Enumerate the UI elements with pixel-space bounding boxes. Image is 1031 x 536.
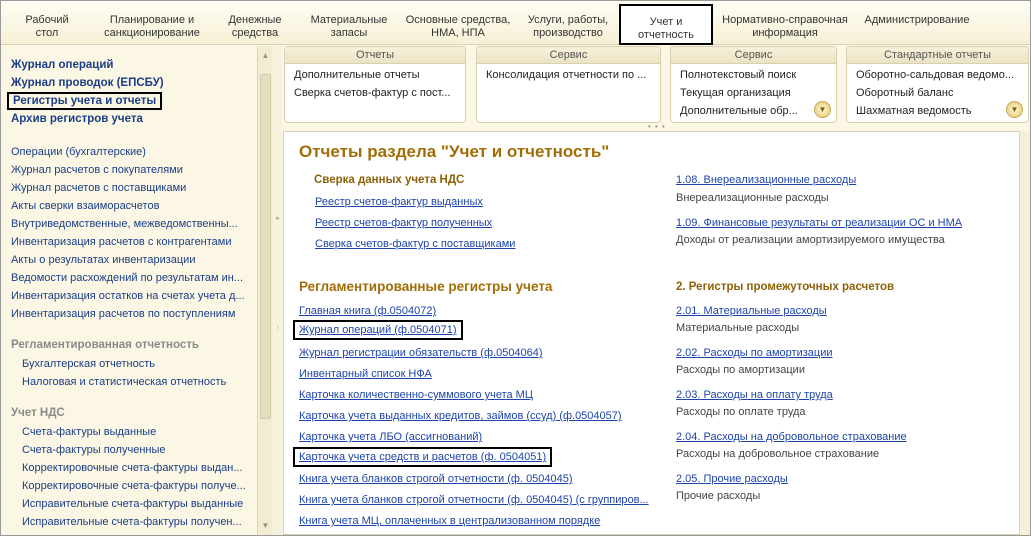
nav-link[interactable]: Журнал расчетов с поставщиками	[11, 182, 251, 194]
nav-group-vat: Учет НДС	[11, 407, 65, 419]
command-item[interactable]: Консолидация отчетности по ...	[486, 69, 654, 81]
command-group-header: Сервис	[671, 47, 836, 64]
menu-planning[interactable]: Планирование и санкционирование	[97, 14, 207, 40]
expand-more-icon[interactable]: ▼	[1006, 101, 1023, 118]
report-description: Расходы на добровольное страхование	[676, 448, 880, 460]
nav-link[interactable]: Бухгалтерская отчетность	[22, 358, 248, 370]
report-link[interactable]: Книга учета бланков строгой отчетности (…	[299, 494, 649, 506]
report-link[interactable]: Карточка количественно-суммового учета М…	[299, 389, 533, 401]
panel-resize-grip-icon[interactable]: • • •	[648, 122, 666, 131]
report-link[interactable]: Книга учета бланков строгой отчетности (…	[299, 473, 573, 485]
nav-link[interactable]: Налоговая и статистическая отчетность	[22, 376, 248, 388]
nav-link[interactable]: Счета-фактуры полученные	[22, 444, 248, 456]
command-group-reports: Отчеты Дополнительные отчеты Сверка счет…	[284, 46, 466, 123]
nav-link[interactable]: Корректировочные счета-фактуры получе...	[22, 480, 248, 492]
menu-desktop[interactable]: Рабочий стол	[14, 14, 80, 40]
command-group-standard-reports: Стандартные отчеты Оборотно-сальдовая ве…	[846, 46, 1029, 123]
content-scrollbar[interactable]	[1019, 131, 1030, 535]
report-link[interactable]: 2.03. Расходы на оплату труда	[676, 389, 833, 401]
report-link[interactable]: Книга учета МЦ, оплаченных в централизов…	[299, 515, 600, 527]
menu-accounting-reporting[interactable]: Учет и отчетность	[619, 4, 713, 45]
menu-administration[interactable]: Администрирование	[861, 14, 973, 27]
report-link[interactable]: Реестр счетов-фактур выданных	[315, 196, 483, 208]
report-link[interactable]: 2.04. Расходы на добровольное страховани…	[676, 431, 907, 443]
report-link[interactable]: 1.09. Финансовые результаты от реализаци…	[676, 217, 962, 229]
nav-link[interactable]: Инвентаризация остатков на счетах учета …	[11, 290, 251, 302]
nav-registers-reports[interactable]: Регистры учета и отчеты	[7, 92, 163, 110]
command-item[interactable]: Сверка счетов-фактур с пост...	[294, 87, 459, 99]
panel-splitter[interactable]: ▸ ⁝	[274, 46, 282, 535]
nav-link[interactable]: Операции (бухгалтерские)	[11, 146, 251, 158]
intermediate-section-title: 2. Регистры промежуточных расчетов	[676, 281, 895, 293]
nav-scrollbar[interactable]: ▲ ▼	[257, 46, 273, 535]
menu-fixed-assets[interactable]: Основные средства, НМА, НПА	[401, 14, 515, 40]
reports-content: Отчеты раздела "Учет и отчетность" Сверк…	[283, 131, 1020, 535]
report-link[interactable]: Карточка учета ЛБО (ассигнований)	[299, 431, 482, 443]
nav-link[interactable]: Инвентаризация расчетов с контрагентами	[11, 236, 251, 248]
command-item[interactable]: Оборотный баланс	[856, 87, 1021, 99]
splitter-grip-icon: ⁝	[276, 325, 280, 332]
nav-link[interactable]: Акты о результатах инвентаризации	[11, 254, 251, 266]
menu-inventory[interactable]: Материальные запасы	[305, 14, 393, 40]
report-link[interactable]: 2.01. Материальные расходы	[676, 305, 827, 317]
nav-link[interactable]: Ведомости расхождений по результатам ин.…	[11, 272, 251, 284]
report-link[interactable]: Инвентарный список НФА	[299, 368, 432, 380]
report-link[interactable]: Журнал регистрации обязательств (ф.05040…	[299, 347, 543, 359]
report-link[interactable]: Сверка счетов-фактур с поставщиками	[315, 238, 515, 250]
navigation-panel: Журнал операций Журнал проводок (ЕПСБУ) …	[1, 46, 256, 535]
report-link[interactable]: 2.05. Прочие расходы	[676, 473, 788, 485]
menu-reference-info[interactable]: Нормативно-справочная информация	[719, 14, 851, 40]
report-link[interactable]: 1.08. Внереализационные расходы	[676, 174, 856, 186]
command-group-header: Сервис	[477, 47, 660, 64]
report-description: Расходы по амортизации	[676, 364, 805, 376]
page-title: Отчеты раздела "Учет и отчетность"	[299, 142, 610, 161]
nav-link[interactable]: Счета-фактуры выданные	[22, 426, 248, 438]
command-item[interactable]: Текущая организация	[680, 87, 830, 99]
nav-link[interactable]: Внутриведомственные, межведомственны...	[11, 218, 251, 230]
report-link[interactable]: Карточка учета выданных кредитов, займов…	[299, 410, 622, 422]
report-description: Материальные расходы	[676, 322, 800, 334]
nav-link[interactable]: Журнал расчетов с покупателями	[11, 164, 251, 176]
nav-link[interactable]: Исправительные счета-фактуры получен...	[22, 516, 248, 528]
nav-link[interactable]: Исправительные счета-фактуры выданные	[22, 498, 248, 510]
vat-section-title: Сверка данных учета НДС	[314, 174, 465, 186]
report-link[interactable]: Реестр счетов-фактур полученных	[315, 217, 492, 229]
report-link[interactable]: 2.02. Расходы по амортизации	[676, 347, 832, 359]
section-menu: Рабочий стол Планирование и санкциониров…	[1, 1, 1030, 45]
nav-link[interactable]: Акты сверки взаиморасчетов	[11, 200, 251, 212]
command-item[interactable]: Полнотекстовый поиск	[680, 69, 830, 81]
scrollbar-thumb[interactable]	[260, 74, 271, 419]
report-link-highlighted[interactable]: Журнал операций (ф.0504071)	[293, 320, 463, 340]
report-description: Внереализационные расходы	[676, 192, 829, 204]
nav-group-regulated-reporting: Регламентированная отчетность	[11, 339, 199, 351]
command-item[interactable]: Шахматная ведомость	[856, 105, 1001, 117]
command-item[interactable]: Дополнительные отчеты	[294, 69, 459, 81]
scroll-down-icon[interactable]: ▼	[260, 520, 271, 531]
report-description: Прочие расходы	[676, 490, 761, 502]
command-group-header: Стандартные отчеты	[847, 47, 1028, 64]
report-link[interactable]: Главная книга (ф.0504072)	[299, 305, 436, 317]
nav-registers-archive[interactable]: Архив регистров учета	[11, 113, 143, 125]
nav-operations-journal[interactable]: Журнал операций	[11, 59, 114, 71]
command-group-service: Сервис Консолидация отчетности по ...	[476, 46, 661, 123]
command-item[interactable]: Дополнительные обр...	[680, 105, 808, 117]
menu-cash[interactable]: Денежные средства	[222, 14, 288, 40]
nav-link[interactable]: Инвентаризация расчетов по поступлениям	[11, 308, 251, 320]
report-link-highlighted[interactable]: Карточка учета средств и расчетов (ф. 05…	[293, 447, 553, 467]
report-description: Расходы по оплате труда	[676, 406, 806, 418]
expand-more-icon[interactable]: ▼	[814, 101, 831, 118]
nav-link[interactable]: Корректировочные счета-фактуры выдан...	[22, 462, 248, 474]
menu-services[interactable]: Услуги, работы, производство	[522, 14, 614, 40]
nav-postings-journal[interactable]: Журнал проводок (ЕПСБУ)	[11, 77, 164, 89]
splitter-grip-icon: ▸	[276, 215, 280, 222]
command-group-service-2: Сервис Полнотекстовый поиск Текущая орга…	[670, 46, 837, 123]
registers-section-title: Регламентированные регистры учета	[299, 279, 553, 294]
command-item[interactable]: Оборотно-сальдовая ведомо...	[856, 69, 1021, 81]
report-description: Доходы от реализации амортизируемого иму…	[676, 234, 945, 246]
scroll-up-icon[interactable]: ▲	[260, 50, 271, 61]
command-group-header: Отчеты	[285, 47, 465, 64]
